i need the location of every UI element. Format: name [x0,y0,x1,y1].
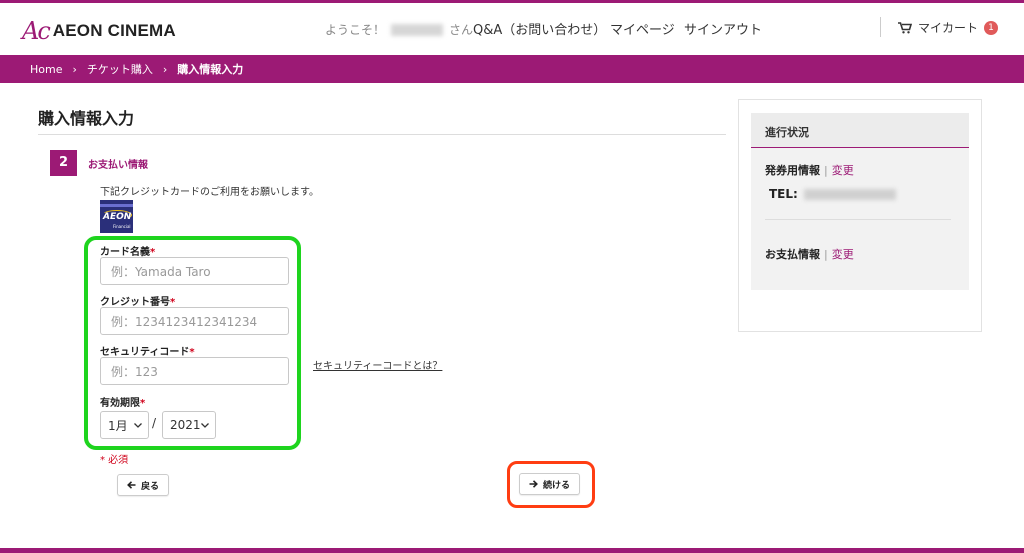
my-cart-link[interactable]: マイカート 1 [898,19,999,36]
page-title: 購入情報入力 [38,109,135,128]
site-header: Ac AEON CINEMA ようこそ！ さん Q&A（お問い合わせ） マイペー… [0,3,1024,55]
card-logo-subtext: Financial [113,224,131,229]
nav-qa-link[interactable]: Q&A（お問い合わせ） [473,19,606,38]
security-code-help-link[interactable]: セキュリティーコードとは？ [313,357,442,372]
logo-mark: Ac [22,17,51,45]
arrow-left-icon [127,481,136,489]
back-button[interactable]: 戻る [117,474,169,496]
tel-label: TEL: [769,187,798,201]
cart-icon [898,21,912,33]
payment-info-change-link[interactable]: 変更 [832,248,854,261]
continue-button-highlight [507,461,595,508]
aeon-card-logo: AEON Financial [100,200,133,233]
cart-divider [880,17,881,37]
ticket-info-row: 発券用情報 | 変更 [765,162,854,178]
nav-signout-link[interactable]: サインアウト [684,19,762,38]
sidebar-divider [765,219,951,220]
payment-info-label: お支払情報 [765,248,820,261]
bottom-accent-bar [0,548,1024,553]
tel-row: TEL: [769,187,896,201]
ticket-info-change-link[interactable]: 変更 [832,164,854,177]
welcome-prefix: ようこそ！ [325,23,386,37]
welcome-suffix: さん [449,23,474,37]
blurred-username [391,23,444,36]
pipe-separator: | [824,164,828,177]
card-logo-text: AEON [103,212,132,222]
cart-count-badge: 1 [984,20,999,35]
step-label: お支払い情報 [88,160,148,171]
card-fields-highlight [84,236,301,450]
welcome-message: ようこそ！ さん [325,21,473,38]
card-logo-bar [100,204,133,207]
chevron-right-icon: › [162,62,168,76]
breadcrumb-home[interactable]: Home [30,63,62,76]
breadcrumb-ticket[interactable]: チケット購入 [87,61,153,77]
cart-label: マイカート [918,21,979,35]
back-button-label: 戻る [140,481,159,492]
pipe-separator: | [824,248,828,261]
payment-info-row: お支払情報 | 変更 [765,246,854,262]
blurred-phone-number [803,188,896,200]
progress-panel-title: 進行状況 [751,113,969,148]
ticket-info-label: 発券用情報 [765,164,820,177]
breadcrumb: Home › チケット購入 › 購入情報入力 [0,55,1024,83]
aeon-cinema-logo[interactable]: Ac AEON CINEMA [22,17,176,45]
breadcrumb-current: 購入情報入力 [177,63,244,76]
nav-mypage-link[interactable]: マイページ [610,19,675,38]
payment-description: 下記クレジットカードのご利用をお願いします。 [100,187,319,198]
logo-text: AEON CINEMA [52,21,176,40]
title-divider [38,134,726,135]
required-note: * 必須 [100,455,129,466]
step-number-badge: 2 [50,150,77,176]
chevron-right-icon: › [72,62,77,76]
